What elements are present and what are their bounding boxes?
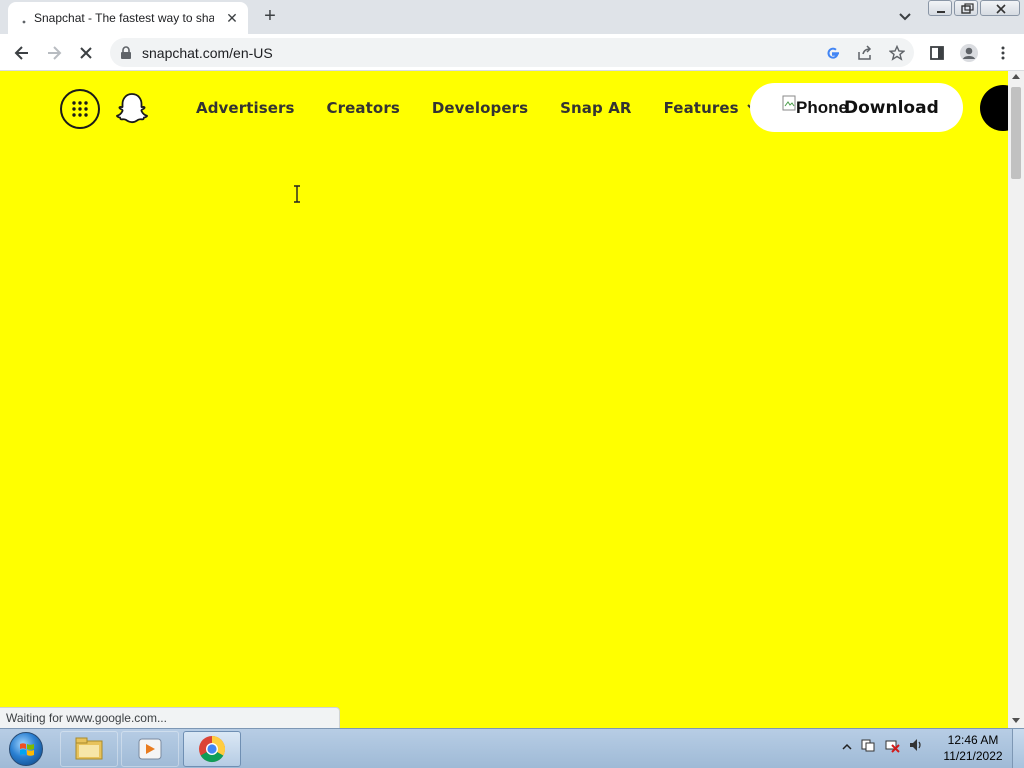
windows-logo-icon bbox=[9, 732, 43, 766]
taskbar-media-player[interactable] bbox=[121, 731, 179, 767]
scroll-thumb[interactable] bbox=[1011, 87, 1021, 179]
taskbar-clock[interactable]: 12:46 AM 11/21/2022 bbox=[940, 732, 1006, 764]
forward-button[interactable] bbox=[41, 40, 67, 66]
scroll-down-arrow-icon[interactable] bbox=[1012, 718, 1020, 723]
stop-x-icon bbox=[80, 47, 92, 59]
side-panel-icon bbox=[930, 46, 944, 60]
profile-button[interactable] bbox=[956, 40, 982, 66]
minimize-icon bbox=[937, 11, 945, 13]
action-center-flag-icon[interactable] bbox=[860, 737, 876, 758]
snapchat-page: Advertisers Creators Developers Snap AR … bbox=[0, 71, 1008, 728]
page-scrollbar[interactable] bbox=[1008, 71, 1024, 728]
folder-icon bbox=[75, 737, 103, 760]
nav-features[interactable]: Features bbox=[664, 99, 761, 117]
url-text[interactable]: snapchat.com/en-US bbox=[142, 45, 273, 61]
text-cursor-icon bbox=[294, 185, 300, 203]
chrome-icon bbox=[199, 735, 226, 763]
restore-button[interactable] bbox=[954, 0, 978, 16]
broken-image-alt-text: Phone bbox=[796, 98, 848, 117]
browser-toolbar: snapchat.com/en-US bbox=[0, 34, 1024, 71]
clock-time: 12:46 AM bbox=[947, 733, 999, 747]
snapchat-ghost-logo-icon[interactable] bbox=[114, 91, 150, 127]
apps-grid-button[interactable] bbox=[60, 89, 100, 129]
media-player-icon bbox=[138, 738, 162, 760]
loading-status-text: Waiting for www.google.com... bbox=[0, 707, 340, 728]
tab-snapchat[interactable]: Snapchat - The fastest way to sha ✕ bbox=[8, 2, 248, 34]
download-button[interactable]: Phone Download bbox=[750, 83, 963, 132]
close-tab-icon[interactable]: ✕ bbox=[224, 10, 240, 26]
clock-date: 11/21/2022 bbox=[943, 749, 1003, 763]
volume-icon[interactable] bbox=[908, 737, 924, 758]
loading-spinner-icon bbox=[22, 20, 26, 24]
window-controls bbox=[926, 0, 1020, 18]
window-close-button[interactable] bbox=[980, 0, 1020, 16]
minimize-button[interactable] bbox=[928, 0, 952, 16]
address-bar[interactable]: snapchat.com/en-US bbox=[110, 38, 914, 67]
star-icon bbox=[889, 44, 905, 61]
nav-features-label: Features bbox=[663, 99, 739, 117]
nav-snap-ar[interactable]: Snap AR bbox=[560, 99, 631, 117]
bookmark-star-icon[interactable] bbox=[884, 38, 910, 67]
share-icon[interactable] bbox=[852, 38, 878, 67]
taskbar-file-explorer[interactable] bbox=[60, 731, 118, 767]
google-g-icon bbox=[827, 47, 839, 59]
browser-menu-button[interactable] bbox=[990, 40, 1016, 66]
profile-avatar-icon bbox=[960, 44, 978, 62]
browser-tab-strip: Snapchat - The fastest way to sha ✕ + bbox=[0, 0, 1024, 34]
black-circle-button[interactable] bbox=[980, 85, 1008, 131]
scroll-up-arrow-icon[interactable] bbox=[1012, 74, 1020, 79]
back-button[interactable] bbox=[9, 40, 35, 66]
kebab-menu-icon bbox=[1001, 46, 1005, 60]
tab-title: Snapchat - The fastest way to sha bbox=[34, 11, 214, 25]
taskbar-chrome[interactable] bbox=[183, 731, 241, 767]
network-error-icon[interactable] bbox=[884, 737, 900, 758]
tab-search-chevron-icon[interactable] bbox=[896, 8, 914, 26]
lock-icon[interactable] bbox=[120, 45, 132, 60]
share-arrow-icon bbox=[858, 44, 872, 60]
window-close-icon bbox=[996, 4, 1006, 14]
google-icon[interactable] bbox=[820, 38, 846, 67]
nav-advertisers[interactable]: Advertisers bbox=[196, 99, 295, 117]
download-button-label: Download bbox=[844, 98, 939, 118]
system-tray bbox=[842, 737, 932, 758]
back-arrow-icon bbox=[14, 46, 28, 60]
stop-loading-button[interactable] bbox=[73, 40, 99, 66]
side-panel-button[interactable] bbox=[924, 40, 950, 66]
show-hidden-icons-icon[interactable] bbox=[842, 739, 852, 757]
nav-developers[interactable]: Developers bbox=[432, 99, 528, 117]
new-tab-button[interactable]: + bbox=[258, 6, 282, 28]
start-button[interactable] bbox=[4, 730, 48, 768]
main-nav: Advertisers Creators Developers Snap AR … bbox=[196, 99, 761, 117]
nav-creators[interactable]: Creators bbox=[327, 99, 400, 117]
windows-taskbar: 12:46 AM 11/21/2022 bbox=[0, 728, 1024, 768]
restore-icon bbox=[961, 3, 974, 14]
forward-arrow-icon bbox=[48, 46, 62, 60]
broken-image-icon bbox=[782, 95, 796, 111]
show-desktop-button[interactable] bbox=[1012, 729, 1024, 768]
apps-grid-icon bbox=[72, 101, 88, 117]
